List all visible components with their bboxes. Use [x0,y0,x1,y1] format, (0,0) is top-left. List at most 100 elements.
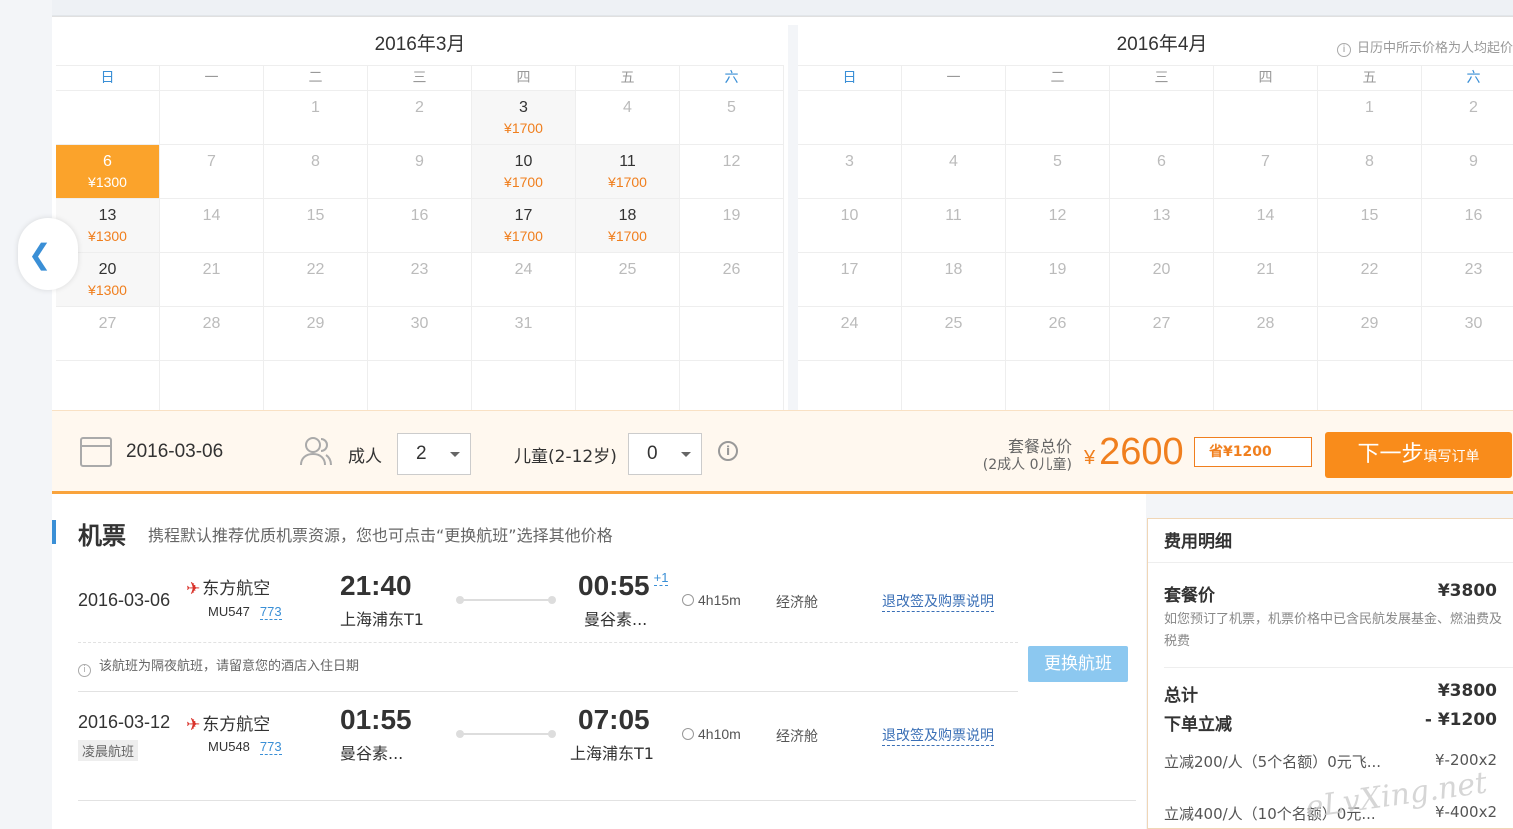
overnight-notice: i 该航班为隔夜航班，请留意您的酒店入住日期 [78,642,1018,692]
calendar-day: 2 [368,91,472,145]
day-number: 22 [306,261,325,278]
calendar-day: 28 [160,307,264,361]
calendar-panel: 2016年3月 日一二三四五六 1 2 3 ¥1700 4 5 6 ¥1300 7 8 9 10 ¥170… [52,16,1513,415]
day-number: 27 [1152,315,1171,332]
chevron-left-icon: ❮ [28,238,52,271]
calendar-day: 23 [1422,253,1513,307]
calendar-empty-cell [576,307,680,361]
calendar-day: 21 [160,253,264,307]
info-icon[interactable]: i [718,441,738,461]
calendar-day: 6 [1110,145,1214,199]
total-price-sub: (2成人 0儿童) [982,457,1072,473]
calendar-note: i 日历中所示价格为人均起价 [1336,37,1513,57]
calendar-day: 17 [798,253,902,307]
day-number: 17 [840,261,859,278]
calendar-day: 24 [798,307,902,361]
total-value: ¥3800 [1437,681,1497,701]
calendar-empty-cell [1006,361,1110,415]
calendar-day[interactable]: 10 ¥1700 [472,145,576,199]
arrival-time: 00:55 +1 [578,570,669,602]
adult-label: 成人 [348,447,382,467]
weekday-header: 日 [798,66,902,91]
calendar-day: 14 [160,199,264,253]
package-price-row: 套餐价 ¥3800 [1164,581,1497,606]
day-number: 9 [415,153,424,170]
departure-time: 21:40 [340,570,412,601]
calendar-day: 1 [1318,91,1422,145]
calendar-day: 3 [798,145,902,199]
calendar-day: 11 [902,199,1006,253]
day-number: 26 [1048,315,1067,332]
refund-link[interactable]: 退改签及购票说明 [882,591,994,612]
calendar-day[interactable]: 18 ¥1700 [576,199,680,253]
day-number: 22 [1360,261,1379,278]
calendar-empty-cell [680,361,784,415]
weekday-header: 三 [368,66,472,91]
duration-value: 4h15m [698,592,741,608]
calendar-day[interactable]: 3 ¥1700 [472,91,576,145]
package-note: 如您预订了机票，机票价格中已含民航发展基金、燃油费及税费 [1164,612,1503,649]
selected-date[interactable]: 2016-03-06 [126,441,223,463]
calendar-grid: 日一二三四五六 1 2 3 ¥1700 4 5 6 ¥1300 7 8 9 10 ¥1700 11 ¥1700… [56,65,784,415]
next-step-button[interactable]: 下一步填写订单 [1325,432,1512,478]
airline: ✈ 东方航空 [186,574,270,599]
section-marker [52,520,56,544]
day-number: 21 [202,261,221,278]
fee-title: 费用明细 [1148,519,1513,563]
route-line [456,596,556,604]
calendar-day[interactable]: 6 ¥1300 [56,145,160,199]
clock-icon [682,728,694,740]
calendar-day: 29 [264,307,368,361]
prev-month-button[interactable]: ❮ [18,218,78,290]
day-price: ¥1700 [504,174,543,190]
divider [1164,667,1513,668]
day-number: 13 [98,207,117,224]
change-flight-button[interactable]: 更换航班 [1028,646,1128,682]
calendar-day: 1 [264,91,368,145]
calendar-day: 24 [472,253,576,307]
flight-date: 2016-03-06 [78,590,171,610]
section-title: 机票 [78,522,126,550]
clock-icon [682,594,694,606]
calendar-day[interactable]: 11 ¥1700 [576,145,680,199]
calendar-empty-cell [264,361,368,415]
day-number: 19 [1048,261,1067,278]
calendar-empty-cell [1110,91,1214,145]
day-number: 17 [514,207,533,224]
calendar-day: 7 [1214,145,1318,199]
day-number: 10 [840,207,859,224]
info-icon: i [1336,43,1351,57]
weekday-header: 五 [576,66,680,91]
calendar-empty-cell [1006,91,1110,145]
plane-type-link[interactable]: 773 [259,604,282,620]
child-select[interactable]: 0 [628,433,702,475]
refund-link[interactable]: 退改签及购票说明 [882,725,994,746]
day-number: 24 [840,315,859,332]
calendar-empty-cell [160,91,264,145]
calendar-day: 2 [1422,91,1513,145]
airline: ✈ 东方航空 [186,710,270,735]
early-flight-tag: 凌晨航班 [78,740,139,761]
package-value: ¥3800 [1437,581,1497,601]
total-price: ¥2600 [1084,431,1184,474]
day-number: 5 [1053,153,1062,170]
calendar-day: 30 [1422,307,1513,361]
day-price: ¥1700 [504,228,543,244]
weekday-header: 四 [472,66,576,91]
calendar-day: 16 [1422,199,1513,253]
airline-logo-icon: ✈ [186,579,201,599]
weekday-header: 四 [1214,66,1318,91]
cabin-class: 经济舱 [776,729,818,745]
plane-type-link[interactable]: 773 [259,739,282,755]
calendar-day: 13 [1110,199,1214,253]
calendar-note-text: 日历中所示价格为人均起价 [1356,41,1513,56]
flight-section: 机票 携程默认推荐优质机票资源，您也可点击“更换航班”选择其他价格 2016-0… [52,494,1146,829]
next-day-mark[interactable]: +1 [653,570,669,586]
weekday-header: 三 [1110,66,1214,91]
day-number: 30 [1464,315,1483,332]
adult-select[interactable]: 2 [397,433,471,475]
calendar-day: 8 [1318,145,1422,199]
weekday-header: 六 [1422,66,1513,91]
calendar-day[interactable]: 17 ¥1700 [472,199,576,253]
weekday-header: 一 [902,66,1006,91]
